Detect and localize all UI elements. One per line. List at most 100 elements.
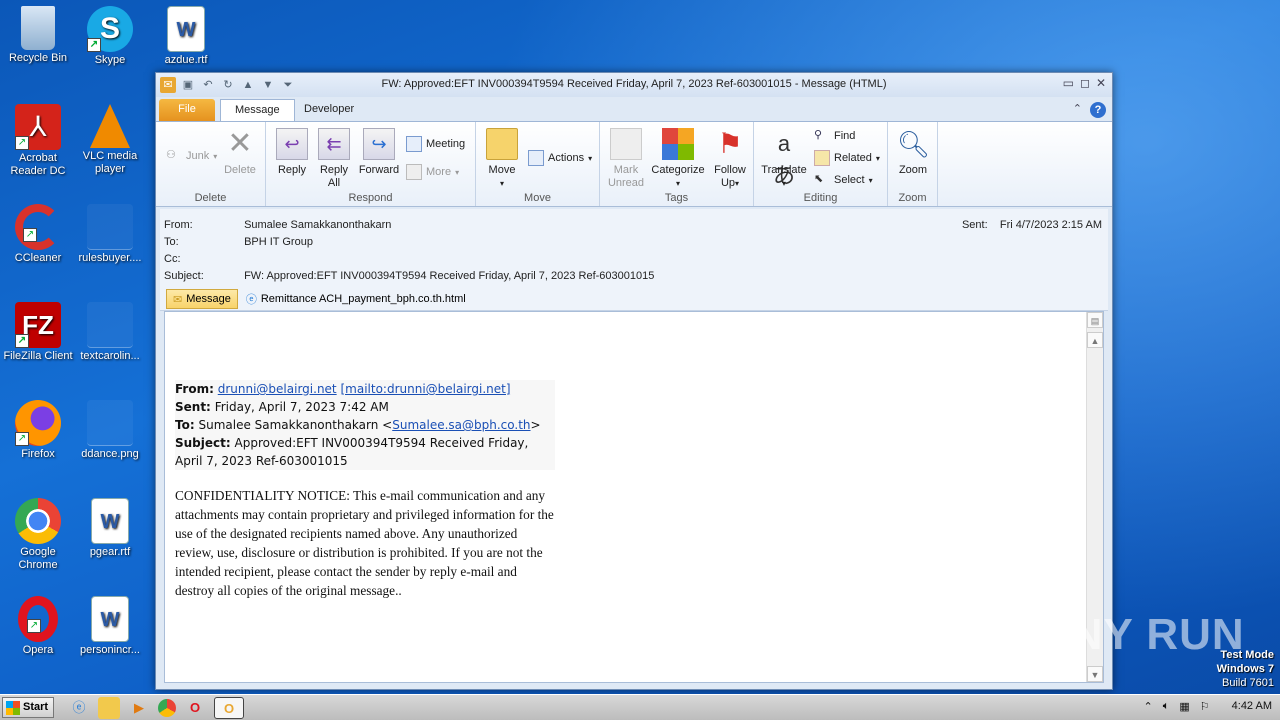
desktop-icon-azdue[interactable]: W azdue.rtf	[148, 6, 224, 67]
action-center-flag-icon[interactable]: ⚐	[1200, 700, 1210, 713]
body-subject-label: Subject:	[175, 436, 231, 450]
word-document-icon: W	[167, 6, 205, 52]
find-button[interactable]: ⚲ Find	[814, 128, 855, 144]
tab-file[interactable]: File	[159, 99, 215, 121]
start-button[interactable]: Start	[2, 697, 54, 718]
desktop-icon-recycle-bin[interactable]: Recycle Bin	[0, 6, 76, 65]
desktop-icon-textcarolin[interactable]: textcarolin...	[72, 302, 148, 363]
opera-taskbar-icon[interactable]: O	[184, 697, 206, 719]
delete-button[interactable]: ✕ Delete	[220, 128, 260, 177]
reply-all-button[interactable]: ⇇ Reply All	[316, 128, 352, 190]
ribbon: ⚇ Junk ▾ ✕ Delete Delete ↩ Reply ⇇ Reply …	[156, 121, 1112, 207]
help-icon[interactable]: ?	[1090, 102, 1106, 118]
junk-button[interactable]: ⚇ Junk ▾	[166, 148, 217, 164]
desktop-icon-vlc[interactable]: VLC media player	[72, 104, 148, 176]
meeting-button[interactable]: Meeting	[406, 136, 465, 152]
to-email-link[interactable]: Sumalee.sa@bph.co.th	[392, 418, 530, 432]
move-group: Move ▾ Actions ▾ Move	[476, 122, 600, 206]
message-body[interactable]: From: drunni@belairgi.net [mailto:drunni…	[164, 311, 1104, 683]
tab-developer[interactable]: Developer	[290, 99, 368, 121]
related-icon	[814, 150, 830, 166]
move-button[interactable]: Move ▾	[484, 128, 520, 190]
minimize-icon[interactable]: ▭	[1063, 76, 1074, 90]
desktop-icon-personincr[interactable]: W personincr...	[72, 596, 148, 657]
desktop-icon-opera[interactable]: ↗ Opera	[0, 596, 76, 657]
desktop-icon-label: FileZilla Client	[3, 350, 73, 362]
volume-icon[interactable]: 🔈︎	[1163, 700, 1170, 713]
scroll-up-icon[interactable]: ▲	[1087, 332, 1103, 348]
desktop-icon-ccleaner[interactable]: ↗ CCleaner	[0, 204, 76, 265]
desktop-icon-label: Acrobat Reader DC	[10, 152, 66, 177]
maximize-icon[interactable]: ◻	[1080, 76, 1090, 90]
outlook-taskbar-icon[interactable]: O	[214, 697, 244, 719]
zoom-group: 🔍︎ Zoom Zoom	[888, 122, 938, 206]
desktop-icon-label: Opera	[22, 644, 54, 656]
attachment-html[interactable]: ⓔ Remittance ACH_payment_bph.co.th.html	[240, 289, 472, 309]
clock[interactable]: 4:42 AM	[1232, 700, 1272, 713]
desktop-icon-ddance[interactable]: ddance.png	[72, 400, 148, 461]
more-button[interactable]: More ▾	[406, 164, 459, 180]
internet-explorer-icon[interactable]: ⓔ	[68, 697, 90, 719]
move-folder-icon	[486, 128, 518, 160]
forwarded-message: From: drunni@belairgi.net [mailto:drunni…	[175, 380, 555, 600]
reply-all-icon: ⇇	[318, 128, 350, 160]
network-icon[interactable]: ▦	[1179, 700, 1189, 713]
chrome-taskbar-icon[interactable]	[158, 699, 176, 717]
body-sent-value: Friday, April 7, 2023 7:42 AM	[214, 400, 389, 414]
forward-icon: ↪	[363, 128, 395, 160]
desktop-icon-filezilla[interactable]: FZ ↗ FileZilla Client	[0, 302, 76, 363]
close-icon[interactable]: ✕	[1096, 76, 1106, 90]
desktop-icon-label: VLC media player	[82, 150, 138, 175]
body-sent-label: Sent:	[175, 400, 211, 414]
scroll-page-icon[interactable]: ▤	[1087, 312, 1103, 328]
reply-button[interactable]: ↩ Reply	[274, 128, 310, 177]
from-email-link[interactable]: drunni@belairgi.net	[218, 382, 337, 396]
translate-button[interactable]: aあ Translate ▾	[760, 128, 808, 190]
desktop-icon-label: personincr...	[80, 644, 140, 656]
tab-message[interactable]: Message	[220, 99, 295, 121]
respond-group: ↩ Reply ⇇ Reply All ↪ Forward Meeting Mo…	[266, 122, 476, 206]
desktop-icon-label: ddance.png	[81, 448, 139, 460]
more-icon	[406, 164, 422, 180]
from-mailto-link[interactable]: [mailto:drunni@belairgi.net]	[340, 382, 510, 396]
envelope-icon: ✉	[173, 293, 183, 306]
system-tray: ⌃ 🔈︎ ▦ ⚐ 4:42 AM	[1144, 700, 1272, 713]
follow-up-button[interactable]: ⚑ Follow Up▾	[710, 128, 750, 190]
desktop-icon-skype[interactable]: S ↗ Skype	[72, 6, 148, 67]
filezilla-icon: FZ ↗	[15, 302, 61, 348]
zoom-button[interactable]: 🔍︎ Zoom	[894, 128, 932, 177]
desktop-icon-rulesbuyer[interactable]: rulesbuyer....	[72, 204, 148, 265]
forward-button[interactable]: ↪ Forward	[356, 128, 402, 177]
desktop-icon-label: rulesbuyer....	[78, 252, 142, 264]
desktop-icon-label: pgear.rtf	[89, 546, 131, 558]
test-mode-line1: Test Mode	[1220, 649, 1274, 661]
subject-row: Subject: FW: Approved:EFT INV000394T9594…	[164, 270, 654, 282]
related-button[interactable]: Related ▾	[814, 150, 880, 166]
collapse-ribbon-icon[interactable]: ⌃	[1073, 102, 1082, 118]
desktop-icon-label: textcarolin...	[80, 350, 140, 362]
desktop-icon-pgear[interactable]: W pgear.rtf	[72, 498, 148, 559]
media-player-icon[interactable]: ▶	[128, 697, 150, 719]
group-label: Delete	[194, 192, 227, 204]
desktop-icon-chrome[interactable]: Google Chrome	[0, 498, 76, 572]
acrobat-icon: ⅄ ↗	[15, 104, 61, 150]
attachment-message[interactable]: ✉ Message	[166, 289, 238, 309]
group-label: Editing	[803, 192, 838, 204]
from-value[interactable]: Sumalee Samakkanonthakarn	[244, 219, 391, 231]
desktop-icon-acrobat[interactable]: ⅄ ↗ Acrobat Reader DC	[0, 104, 76, 178]
explorer-folder-icon[interactable]	[98, 697, 120, 719]
tray-expand-icon[interactable]: ⌃	[1144, 700, 1153, 713]
actions-button[interactable]: Actions ▾	[528, 150, 592, 166]
desktop-icon-firefox[interactable]: ↗ Firefox	[0, 400, 76, 461]
delete-group: ⚇ Junk ▾ ✕ Delete Delete	[156, 122, 266, 206]
reply-icon: ↩	[276, 128, 308, 160]
select-button[interactable]: ⬉ Select ▾	[814, 172, 873, 188]
to-value[interactable]: BPH IT Group	[244, 236, 313, 248]
mark-unread-button[interactable]: Mark Unread	[606, 128, 646, 190]
recycle-bin-icon	[21, 6, 55, 50]
confidentiality-notice: CONFIDENTIALITY NOTICE: This e-mail comm…	[175, 488, 554, 598]
scroll-down-icon[interactable]: ▼	[1087, 666, 1103, 682]
body-to-close: >	[530, 418, 541, 432]
categorize-button[interactable]: Categorize ▾	[648, 128, 708, 190]
to-row: To: BPH IT Group	[164, 236, 313, 248]
